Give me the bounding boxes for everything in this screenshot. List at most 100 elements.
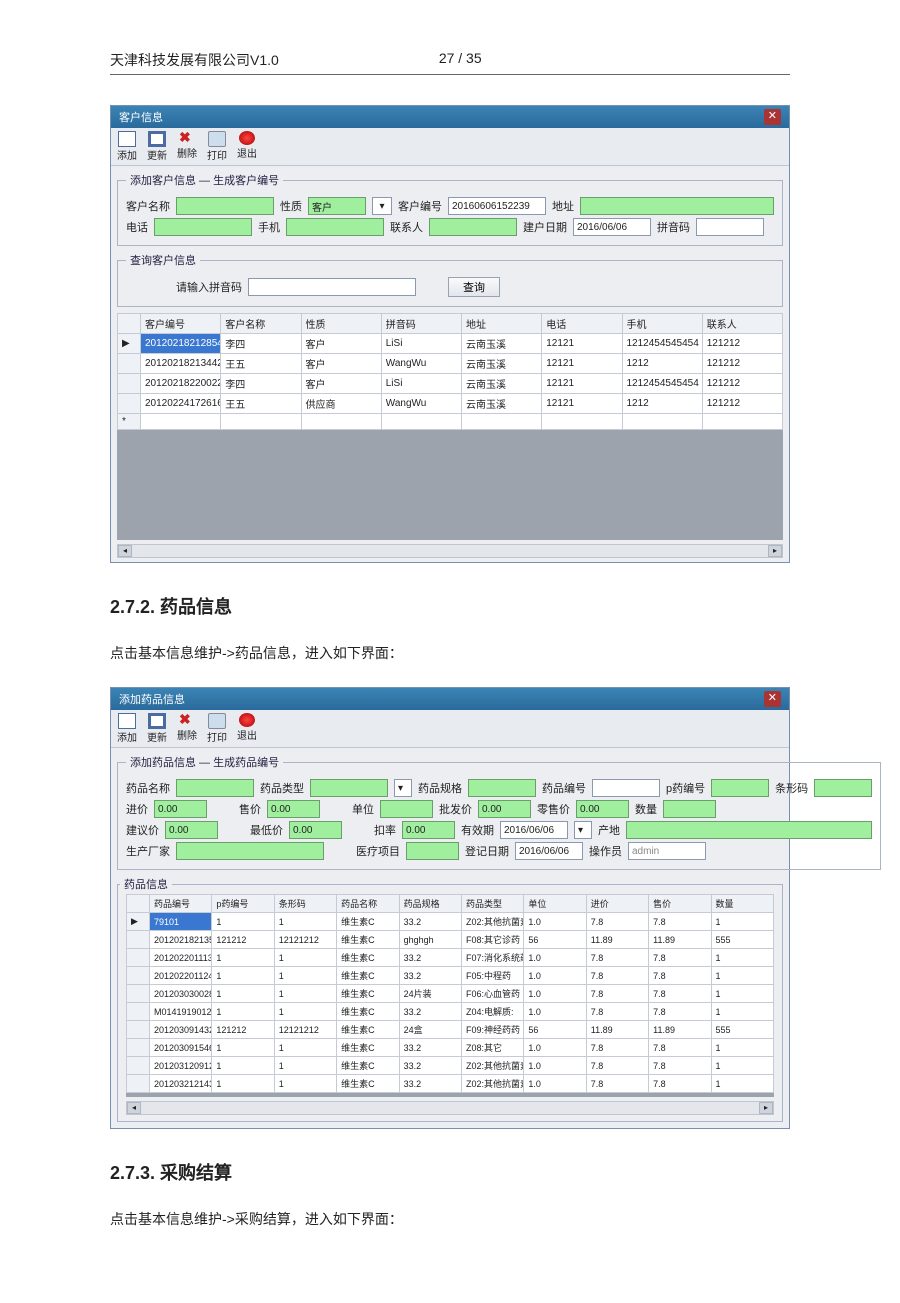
cell[interactable]: 李四 bbox=[221, 334, 301, 354]
cell[interactable]: 维生素C bbox=[337, 1075, 399, 1093]
cell[interactable]: 1.0 bbox=[524, 913, 586, 931]
table-row[interactable]: 2012030915464611维生素C33.2Z08:其它1.07.87.81 bbox=[127, 1039, 774, 1057]
cell[interactable]: 33.2 bbox=[399, 949, 461, 967]
cell[interactable]: 客户 bbox=[301, 334, 381, 354]
cell[interactable]: 7.8 bbox=[649, 1057, 711, 1075]
cell[interactable]: 1 bbox=[212, 913, 274, 931]
regdate-input[interactable]: 2016/06/06 bbox=[515, 842, 583, 860]
query-pinyin-input[interactable] bbox=[248, 278, 416, 296]
cell[interactable]: 121212 bbox=[702, 334, 782, 354]
dropdown-icon[interactable]: ▾ bbox=[394, 779, 412, 797]
koulv-input[interactable]: 0.00 bbox=[402, 821, 455, 839]
cell[interactable]: 7.8 bbox=[649, 913, 711, 931]
cell[interactable]: 20120220112410 bbox=[150, 967, 212, 985]
contact-input[interactable] bbox=[429, 218, 517, 236]
cell[interactable]: 1 bbox=[274, 949, 336, 967]
cell[interactable]: 12121 bbox=[542, 374, 622, 394]
cell[interactable]: 7.8 bbox=[649, 1039, 711, 1057]
cell[interactable]: 1.0 bbox=[524, 1003, 586, 1021]
barcode-input[interactable] bbox=[814, 779, 872, 797]
column-header[interactable]: 手机 bbox=[622, 314, 702, 334]
cell[interactable]: 1 bbox=[274, 1075, 336, 1093]
refresh-button[interactable]: 更新 bbox=[147, 713, 167, 744]
cell[interactable]: 1 bbox=[711, 1057, 773, 1075]
cell[interactable]: 20120309154646 bbox=[150, 1039, 212, 1057]
operator-input[interactable]: admin bbox=[628, 842, 706, 860]
cell[interactable]: 王五 bbox=[221, 394, 301, 414]
table-row[interactable]: 2012022011131211维生素C33.2F07:消化系统药1.07.87… bbox=[127, 949, 774, 967]
column-header[interactable]: 药品编号 bbox=[150, 895, 212, 913]
cell[interactable]: 11.89 bbox=[649, 931, 711, 949]
name-input[interactable] bbox=[176, 197, 274, 215]
cell[interactable]: 20120312091254 bbox=[150, 1057, 212, 1075]
print-button[interactable]: 打印 bbox=[207, 713, 227, 744]
column-header[interactable]: 条形码 bbox=[274, 895, 336, 913]
phone-input[interactable] bbox=[154, 218, 252, 236]
cell[interactable]: 1 bbox=[711, 949, 773, 967]
addr-input[interactable] bbox=[580, 197, 774, 215]
table-row[interactable]: M014191901211维生素C33.2Z04:电解质:1.07.87.81 bbox=[127, 1003, 774, 1021]
cell[interactable]: 20120218220022 bbox=[141, 374, 221, 394]
cell[interactable]: F07:消化系统药 bbox=[461, 949, 523, 967]
table-row[interactable]: 20120218213442王五客户WangWu云南玉溪121211212121… bbox=[118, 354, 783, 374]
cell[interactable]: 121212 bbox=[212, 931, 274, 949]
horizontal-scrollbar[interactable]: ◂▸ bbox=[126, 1101, 774, 1115]
cell[interactable]: 李四 bbox=[221, 374, 301, 394]
cell[interactable] bbox=[702, 414, 782, 430]
cell[interactable]: 1 bbox=[274, 913, 336, 931]
cell[interactable]: 维生素C bbox=[337, 913, 399, 931]
table-row[interactable]: 2012021821351912121212121212维生素CghghghF0… bbox=[127, 931, 774, 949]
cell[interactable]: 1.0 bbox=[524, 1039, 586, 1057]
column-header[interactable]: 药品类型 bbox=[461, 895, 523, 913]
cell[interactable]: 121212 bbox=[702, 354, 782, 374]
cell[interactable]: 云南玉溪 bbox=[462, 334, 542, 354]
cell[interactable]: 7.8 bbox=[649, 1003, 711, 1021]
min-input[interactable]: 0.00 bbox=[289, 821, 342, 839]
add-button[interactable]: 添加 bbox=[117, 131, 137, 162]
cell[interactable]: WangWu bbox=[381, 354, 461, 374]
cell[interactable]: F05:中程药 bbox=[461, 967, 523, 985]
cell[interactable]: 云南玉溪 bbox=[462, 374, 542, 394]
cell[interactable]: 1 bbox=[212, 949, 274, 967]
cell[interactable]: 客户 bbox=[301, 374, 381, 394]
cell[interactable]: 维生素C bbox=[337, 949, 399, 967]
cell[interactable]: F08:其它诊药 bbox=[461, 931, 523, 949]
factory-input[interactable] bbox=[176, 842, 324, 860]
cell[interactable]: 79101 bbox=[150, 913, 212, 931]
cell[interactable] bbox=[622, 414, 702, 430]
drug-name-input[interactable] bbox=[176, 779, 254, 797]
table-row[interactable]: 2012032121432411维生素C33.2Z02:其他抗菌素1.07.87… bbox=[127, 1075, 774, 1093]
cell[interactable]: 33.2 bbox=[399, 1057, 461, 1075]
cell[interactable]: 云南玉溪 bbox=[462, 354, 542, 374]
cell[interactable] bbox=[462, 414, 542, 430]
cell[interactable]: 1 bbox=[711, 1039, 773, 1057]
cell[interactable]: 20120303002843 bbox=[150, 985, 212, 1003]
exit-button[interactable]: 退出 bbox=[237, 713, 257, 744]
column-header[interactable]: 客户名称 bbox=[221, 314, 301, 334]
cell[interactable]: 1 bbox=[212, 1003, 274, 1021]
column-header[interactable]: 药品规格 bbox=[399, 895, 461, 913]
cell[interactable]: 1.0 bbox=[524, 1057, 586, 1075]
cell[interactable]: 20120309143251 bbox=[150, 1021, 212, 1039]
cell[interactable]: 12121 bbox=[542, 334, 622, 354]
code-input[interactable]: 20160606152239 bbox=[448, 197, 546, 215]
cell[interactable]: 33.2 bbox=[399, 1039, 461, 1057]
table-row[interactable]: ▶20120218212854李四客户LiSi云南玉溪1212112124545… bbox=[118, 334, 783, 354]
cell[interactable]: 1.0 bbox=[524, 1075, 586, 1093]
cell[interactable]: Z04:电解质: bbox=[461, 1003, 523, 1021]
expire-input[interactable]: 2016/06/06 bbox=[500, 821, 568, 839]
sellprice-input[interactable]: 0.00 bbox=[267, 800, 320, 818]
exit-button[interactable]: 退出 bbox=[237, 131, 257, 162]
cell[interactable]: 121212 bbox=[212, 1021, 274, 1039]
delete-button[interactable]: ✖删除 bbox=[177, 131, 197, 162]
table-row[interactable]: 20120218220022李四客户LiSi云南玉溪12121121245454… bbox=[118, 374, 783, 394]
qty-input[interactable] bbox=[663, 800, 716, 818]
cell[interactable]: LiSi bbox=[381, 374, 461, 394]
dropdown-icon[interactable]: ▾ bbox=[574, 821, 592, 839]
close-icon[interactable]: ✕ bbox=[764, 691, 781, 707]
pinyin-input[interactable] bbox=[696, 218, 764, 236]
medical-input[interactable] bbox=[406, 842, 459, 860]
cell[interactable]: 7.8 bbox=[586, 985, 648, 1003]
table-row[interactable]: ▶7910111维生素C33.2Z02:其他抗菌素1.07.87.81 bbox=[127, 913, 774, 931]
cell[interactable]: 33.2 bbox=[399, 1075, 461, 1093]
